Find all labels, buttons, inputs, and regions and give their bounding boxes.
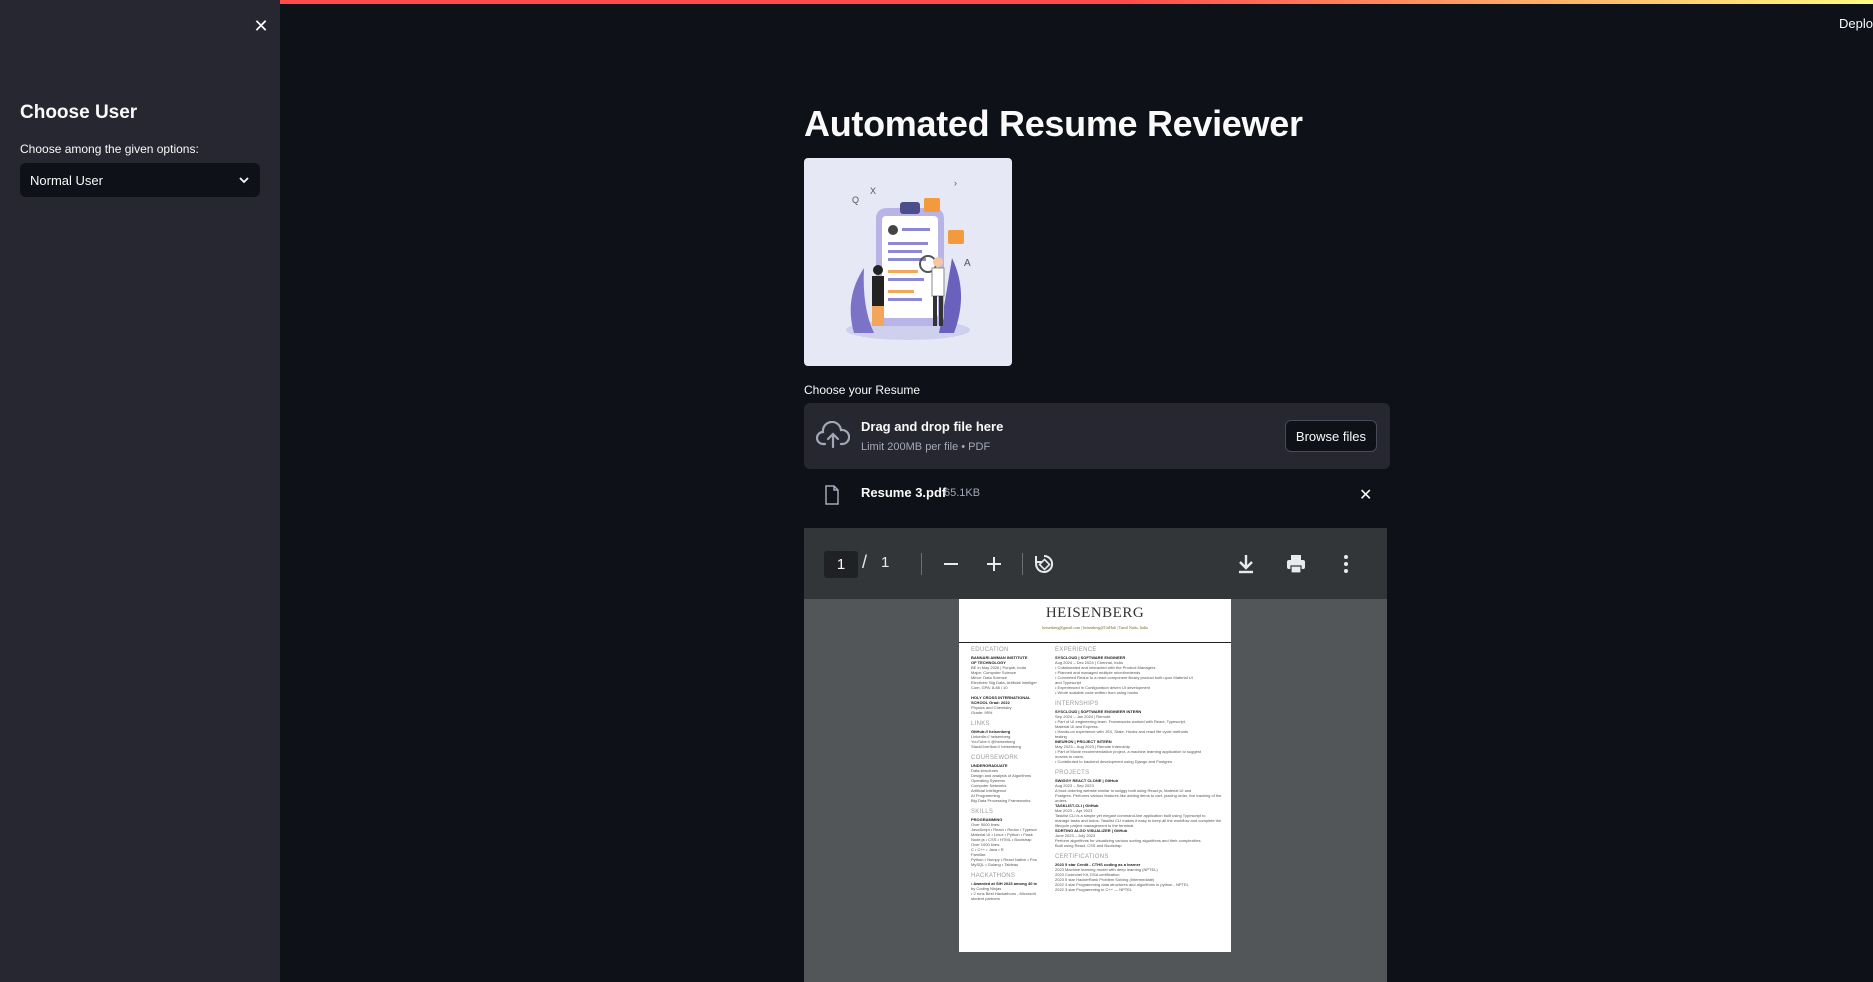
resume-line: 2022 3 star Programming in C++ — NPTEL: [1055, 887, 1133, 892]
download-icon[interactable]: [1234, 552, 1258, 576]
resume-header: HEISENBERG heisenberg@gmail.com | heisen…: [959, 599, 1231, 643]
chevron-down-icon: [239, 177, 249, 184]
resume-section-heading: HACKATHONS: [971, 873, 1016, 879]
page-number-input[interactable]: 1: [824, 551, 858, 578]
resume-body: EDUCATION BANNARI AMMAN INSTITUTE OF TECHN…: [959, 643, 1231, 952]
resume-line: • Contributed to backend development usi…: [1055, 759, 1173, 764]
svg-text:X: X: [870, 186, 876, 196]
resume-section-heading: LINKS: [971, 721, 990, 727]
file-icon: [825, 485, 839, 505]
resume-line: • Wrote scalable code written from using…: [1055, 690, 1139, 695]
pdf-page: HEISENBERG heisenberg@gmail.com | heisen…: [959, 599, 1231, 952]
page-total: 1: [881, 554, 890, 571]
pdf-toolbar: 1 / 1: [804, 528, 1387, 599]
file-dropzone[interactable]: Drag and drop file here Limit 200MB per …: [804, 403, 1390, 469]
deploy-button[interactable]: Deplo: [1839, 16, 1873, 31]
resume-section-heading: COURSEWORK: [971, 755, 1019, 761]
resume-line: Built using React, CSS and Bootstrap: [1055, 843, 1122, 848]
resume-line: Cum. GPA: 8.88 / 10: [971, 685, 1008, 690]
resume-section-heading: PROJECTS: [1055, 770, 1090, 776]
toolbar-divider: [1022, 553, 1023, 575]
top-progress-bar: [0, 0, 1873, 4]
dropzone-limit: Limit 200MB per file • PDF: [861, 441, 991, 453]
more-options-icon[interactable]: [1334, 552, 1358, 576]
resume-line: StackOverflow:// heisenberg: [971, 744, 1022, 749]
svg-text:A: A: [964, 258, 971, 269]
resume-section-heading: INTERNSHIPS: [1055, 701, 1099, 707]
cloud-upload-icon: [816, 421, 850, 449]
browse-files-button[interactable]: Browse files: [1284, 420, 1377, 452]
file-size: 65.1KB: [944, 487, 981, 499]
resume-section-heading: EXPERIENCE: [1055, 647, 1097, 653]
resume-section-heading: SKILLS: [971, 809, 994, 815]
resume-line: Grade: 95%: [971, 710, 993, 715]
select-value: Normal User: [30, 172, 103, 188]
sidebar: ✕ Choose User Choose among the given opt…: [0, 0, 280, 982]
user-type-select[interactable]: Normal User: [20, 163, 260, 197]
resume-name: HEISENBERG: [1045, 605, 1145, 621]
file-name: Resume 3.pdf: [861, 485, 947, 500]
resume-line: MySQL • Golang • Tableau: [971, 862, 1019, 867]
dropzone-instructions: Drag and drop file here: [861, 419, 1004, 434]
svg-text:›: ›: [954, 178, 957, 188]
close-sidebar-icon[interactable]: ✕: [250, 15, 272, 37]
print-icon[interactable]: [1284, 552, 1308, 576]
uploaded-file-row: Resume 3.pdf 65.1KB ✕: [804, 475, 1390, 515]
toolbar-divider: [921, 553, 922, 575]
rotate-icon[interactable]: [1032, 552, 1056, 576]
resume-contact: heisenberg@gmail.com | heisenberg@GitHub…: [1042, 625, 1148, 630]
zoom-in-icon[interactable]: [982, 552, 1006, 576]
remove-file-icon[interactable]: ✕: [1359, 485, 1372, 505]
resume-section-heading: EDUCATION: [971, 647, 1009, 653]
svg-text:Q: Q: [852, 195, 859, 205]
page-title: Automated Resume Reviewer: [804, 103, 1303, 144]
resume-review-illustration: Q X A ›: [804, 158, 1012, 366]
resume-section-heading: CERTIFICATIONS: [1055, 854, 1109, 860]
zoom-out-icon[interactable]: [939, 552, 963, 576]
pdf-viewer[interactable]: 1 / 1 HEISENBERG heisenberg@gmail.com | …: [804, 528, 1387, 982]
select-label: Choose among the given options:: [20, 142, 199, 156]
sidebar-title: Choose User: [20, 102, 138, 123]
uploader-label: Choose your Resume: [804, 383, 921, 397]
resume-line: Big Data Processing Frameworks: [971, 798, 1031, 803]
page-separator: /: [862, 552, 868, 572]
resume-line: student partners: [971, 896, 1000, 901]
